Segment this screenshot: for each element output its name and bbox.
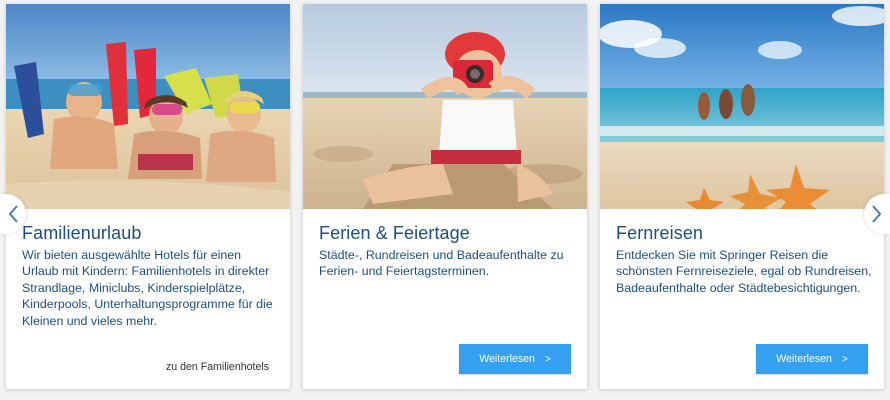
card-description: Städte-, Rundreisen und Badeaufenthalte … [319, 248, 564, 279]
card-image-child-camera[interactable] [303, 4, 587, 209]
chevron-right-icon: > [841, 353, 848, 365]
weiterlesen-button[interactable]: Weiterlesen > [459, 344, 571, 374]
card-image-family-beach[interactable] [6, 4, 290, 209]
chevron-right-icon [872, 205, 882, 223]
kids-beach-photo [6, 4, 290, 209]
card-title: Fernreisen [616, 223, 704, 243]
child-camera-photo [303, 4, 587, 209]
card-ferien-feiertage: Ferien & Feiertage Städte-, Rundreisen u… [303, 4, 587, 389]
button-label: Weiterlesen [479, 353, 535, 365]
card-familienurlaub: Familienurlaub Wir bieten ausgewählte Ho… [6, 4, 290, 389]
card-description: Entdecken Sie mit Springer Reisen die sc… [616, 248, 872, 295]
card-title: Ferien & Feiertage [319, 223, 470, 243]
card-image-starfish-beach[interactable] [600, 4, 884, 209]
card-description: Wir bieten ausgewählte Hotels für einen … [22, 248, 273, 328]
chevron-right-icon: > [544, 353, 551, 365]
starfish-beach-photo [600, 4, 884, 209]
chevron-left-icon [8, 205, 18, 223]
weiterlesen-button[interactable]: Weiterlesen > [756, 344, 868, 374]
family-hotels-link[interactable]: zu den Familienhotels [166, 361, 269, 373]
button-label: Weiterlesen [776, 353, 832, 365]
card-title: Familienurlaub [22, 223, 142, 243]
teaser-carousel: Familienurlaub Wir bieten ausgewählte Ho… [0, 0, 890, 400]
card-fernreisen: Fernreisen Entdecken Sie mit Springer Re… [600, 4, 884, 389]
